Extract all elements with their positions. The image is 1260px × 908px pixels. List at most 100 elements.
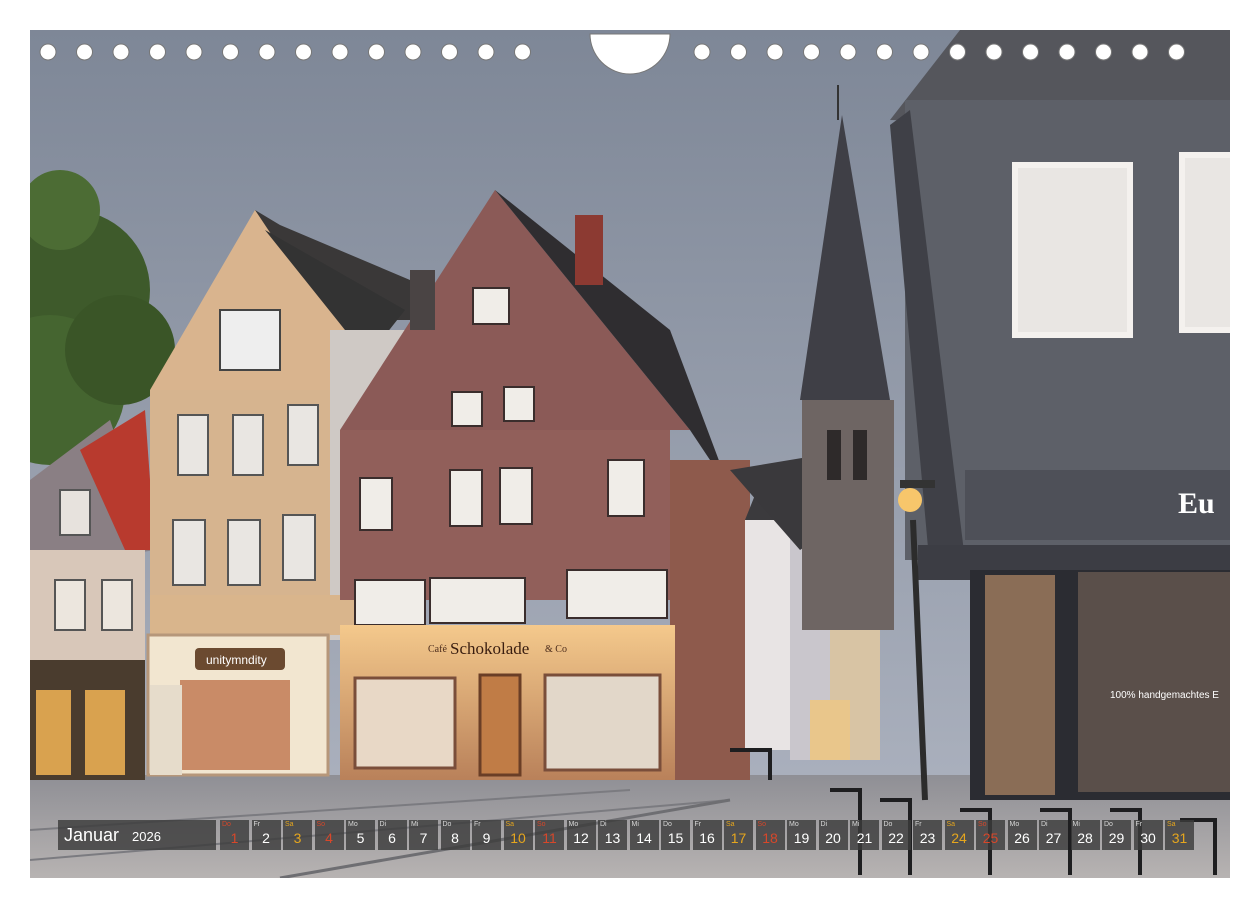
day-cell: Mi 7 bbox=[409, 820, 438, 850]
binding-hole bbox=[766, 43, 784, 61]
weekday-abbr: Do bbox=[222, 821, 231, 828]
binding-hole bbox=[185, 43, 203, 61]
weekday-abbr: So bbox=[316, 821, 326, 828]
svg-text:Café: Café bbox=[428, 644, 447, 655]
day-cell: Do 15 bbox=[661, 820, 690, 850]
binding-hole bbox=[112, 43, 130, 61]
day-cell: Do 29 bbox=[1102, 820, 1131, 850]
weekday-abbr: Mo bbox=[1009, 821, 1020, 828]
weekday-abbr: Di bbox=[379, 821, 387, 828]
binding-hole bbox=[331, 43, 349, 61]
day-number: 23 bbox=[919, 830, 936, 846]
weekday-abbr: Mi bbox=[631, 821, 639, 828]
weekday-abbr: Do bbox=[883, 821, 893, 828]
day-cell: So 11 bbox=[535, 820, 564, 850]
day-number: 9 bbox=[482, 830, 491, 846]
day-cell: Di 6 bbox=[377, 820, 407, 850]
day-cell: Fr 9 bbox=[472, 820, 501, 850]
weekday-abbr: Mo bbox=[348, 821, 358, 828]
day-number: 10 bbox=[510, 830, 526, 846]
day-cell: Di 13 bbox=[598, 820, 627, 850]
day-cell: Mi 14 bbox=[629, 820, 659, 850]
day-cell: Fr 23 bbox=[913, 820, 942, 850]
day-number: 22 bbox=[888, 830, 904, 846]
svg-text:& Co: & Co bbox=[545, 644, 567, 655]
day-cell: Fr 30 bbox=[1133, 820, 1163, 850]
binding-hole bbox=[730, 43, 747, 61]
day-number: 13 bbox=[604, 830, 621, 846]
weekday-abbr: Sa bbox=[946, 821, 956, 828]
day-cell: Mo 26 bbox=[1007, 820, 1037, 850]
day-number: 24 bbox=[951, 830, 967, 846]
svg-text:Schokolade: Schokolade bbox=[450, 639, 529, 658]
day-number: 6 bbox=[388, 830, 396, 846]
weekday-abbr: Do bbox=[1104, 821, 1113, 828]
window-lettering: 100% handgemachtes E bbox=[1110, 690, 1219, 701]
day-number: 30 bbox=[1140, 830, 1156, 846]
day-number: 3 bbox=[293, 830, 302, 846]
binding-hole bbox=[693, 43, 711, 61]
binding-hole bbox=[1131, 43, 1149, 61]
day-cell: Mo 5 bbox=[346, 820, 375, 850]
binding-hole bbox=[368, 43, 385, 61]
day-number: 16 bbox=[699, 830, 715, 846]
weekday-abbr: Mi bbox=[411, 821, 419, 828]
weekday-abbr: Di bbox=[600, 821, 607, 828]
day-number: 18 bbox=[762, 830, 778, 846]
weekday-abbr: So bbox=[757, 821, 767, 828]
binding-hole bbox=[949, 43, 966, 61]
day-number: 31 bbox=[1171, 830, 1188, 846]
weekday-abbr: Fr bbox=[694, 821, 702, 828]
sign-eu: Eu bbox=[1178, 487, 1215, 520]
day-cell: Sa 10 bbox=[503, 820, 533, 850]
day-number: 29 bbox=[1108, 830, 1125, 846]
day-number: 25 bbox=[982, 830, 999, 846]
weekday-abbr: Sa bbox=[726, 821, 735, 828]
day-number: 4 bbox=[325, 830, 333, 846]
day-number: 19 bbox=[793, 830, 810, 846]
binding-hole bbox=[76, 43, 93, 61]
day-cell: Di 20 bbox=[818, 820, 848, 850]
binding-hole bbox=[39, 43, 57, 61]
day-number: 28 bbox=[1077, 830, 1093, 846]
calendar-strip: Januar 2026 Do 1 Fr 2 Sa 3 So 4 Mo 5 Di 6 Mi 7 Do 8 Fr 9 S… bbox=[58, 820, 1204, 850]
binding-hole bbox=[803, 43, 820, 61]
day-number: 27 bbox=[1045, 830, 1062, 846]
binding-hole bbox=[295, 43, 312, 61]
binding-hole bbox=[839, 43, 857, 61]
binding-hole bbox=[1168, 43, 1185, 61]
weekday-abbr: Sa bbox=[1167, 821, 1176, 828]
weekday-abbr: So bbox=[537, 821, 546, 828]
binding-hole bbox=[1058, 43, 1076, 61]
day-number: 1 bbox=[230, 830, 239, 846]
weekday-abbr: Fr bbox=[474, 821, 481, 828]
day-cell: Do 8 bbox=[440, 820, 470, 850]
binding-hole bbox=[912, 43, 930, 61]
day-number: 26 bbox=[1014, 830, 1030, 846]
day-cell: Sa 17 bbox=[724, 820, 753, 850]
unitymndity-sign: unitymndity bbox=[206, 653, 267, 667]
weekday-abbr: Mo bbox=[789, 821, 799, 828]
binding-hole bbox=[477, 43, 495, 61]
weekday-abbr: Sa bbox=[505, 821, 515, 828]
day-number: 15 bbox=[667, 830, 684, 846]
town-square-photo: Café Schokolade & Co unitymndity Eu 100%… bbox=[30, 30, 1230, 878]
weekday-abbr: Fr bbox=[1135, 821, 1143, 828]
weekday-abbr: Mo bbox=[568, 821, 579, 828]
binding-hole bbox=[222, 43, 239, 61]
weekday-abbr: Mi bbox=[1072, 821, 1080, 828]
day-number: 12 bbox=[573, 830, 589, 846]
month-label: Januar 2026 bbox=[58, 820, 216, 850]
weekday-abbr: Di bbox=[820, 821, 828, 828]
weekday-abbr: Di bbox=[1041, 821, 1048, 828]
day-cell: So 25 bbox=[976, 820, 1005, 850]
weekday-abbr: Mi bbox=[852, 821, 860, 828]
day-cell: Mo 19 bbox=[787, 820, 816, 850]
binding-hole bbox=[1022, 43, 1039, 61]
binding-hole bbox=[1095, 43, 1112, 61]
weekday-abbr: Sa bbox=[285, 821, 294, 828]
day-number: 5 bbox=[356, 830, 365, 846]
day-cell: Fr 2 bbox=[251, 820, 281, 850]
day-cell: Di 27 bbox=[1039, 820, 1068, 850]
binding-hole bbox=[404, 43, 422, 61]
